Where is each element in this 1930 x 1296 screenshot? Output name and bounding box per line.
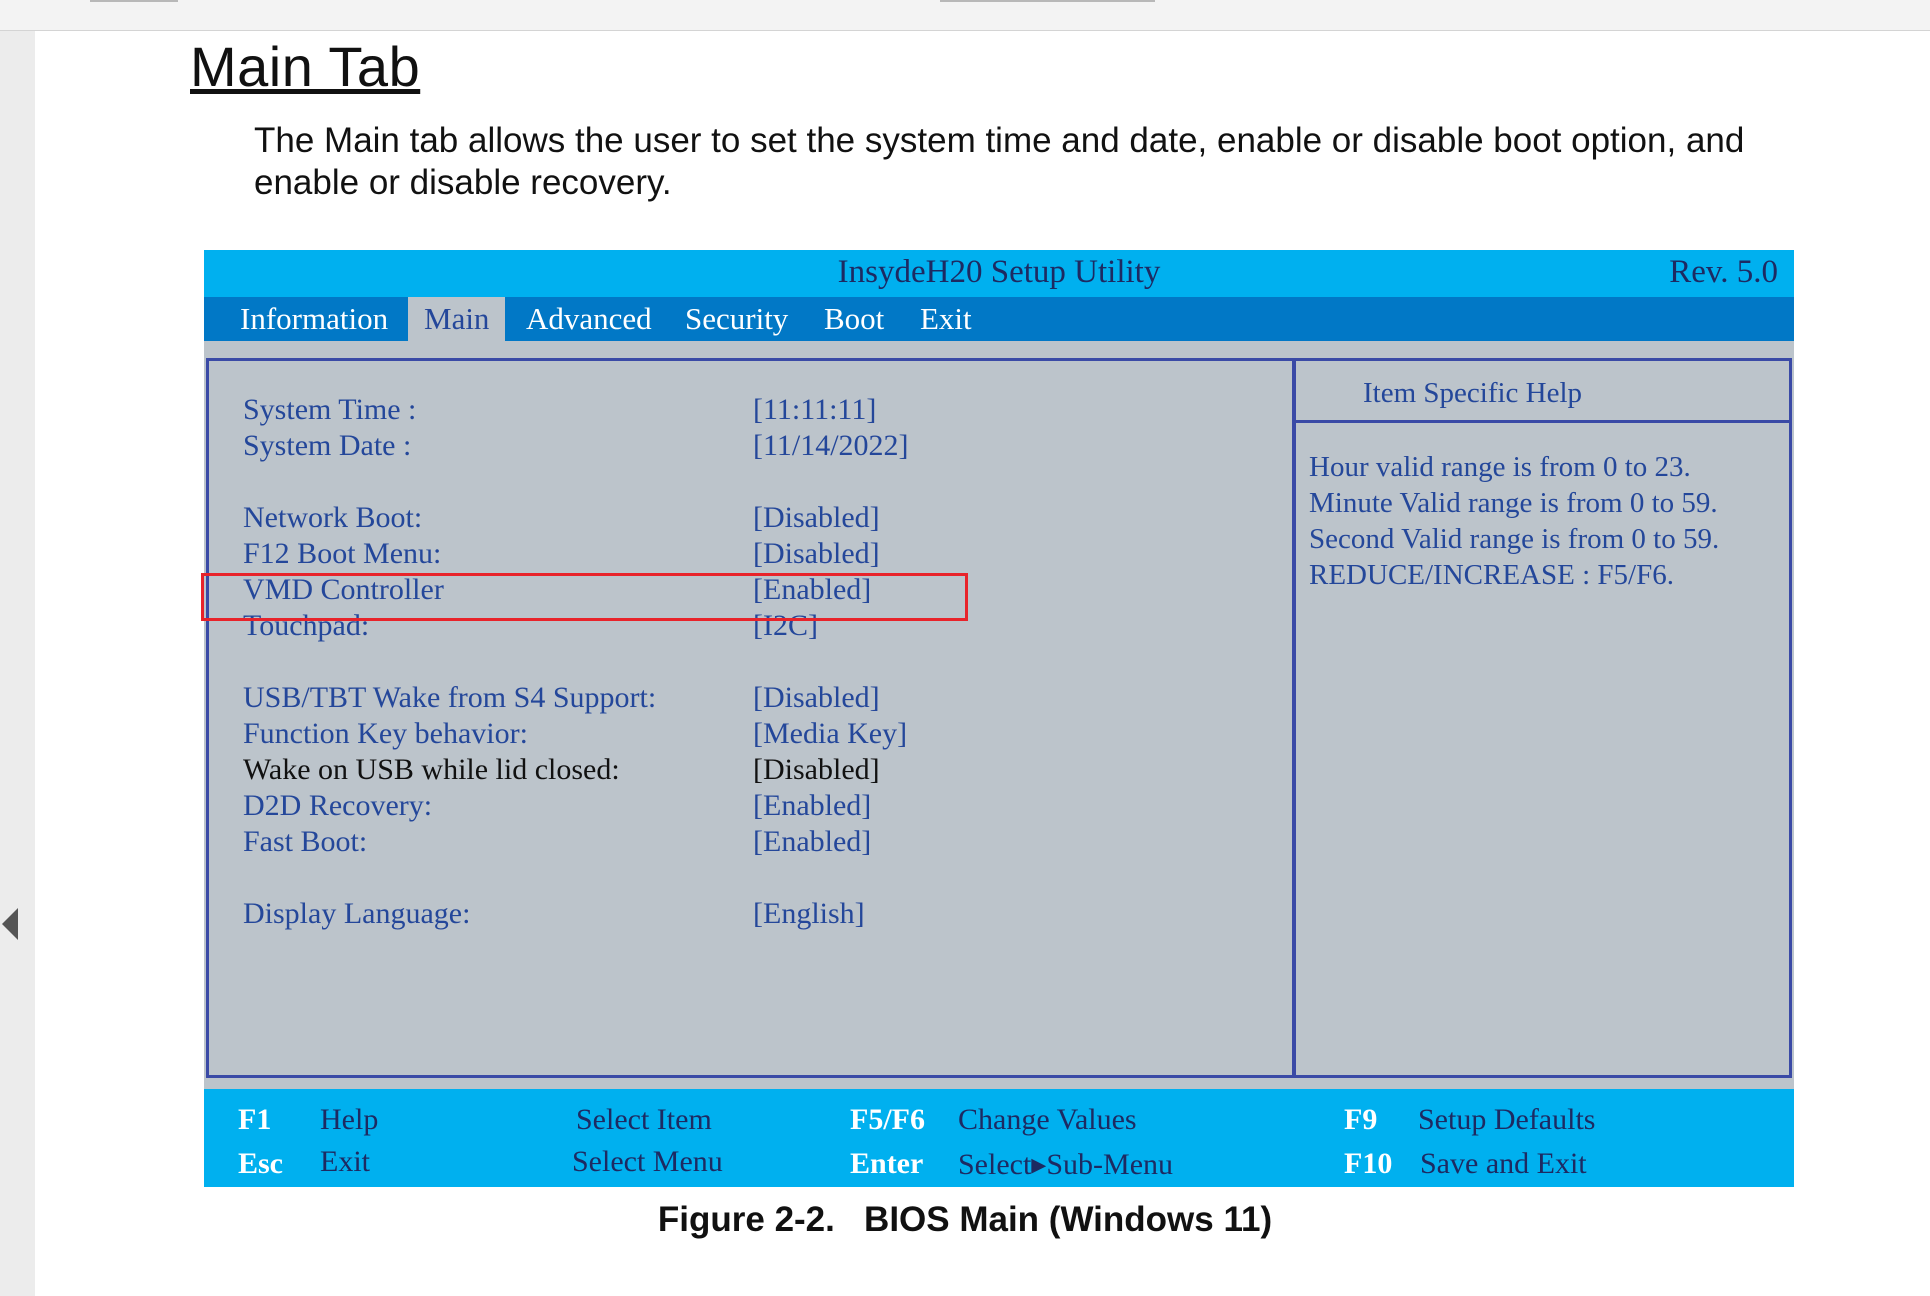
setting-usb-tbt-wake[interactable]: USB/TBT Wake from S4 Support: [Disabled] (243, 681, 1283, 717)
key-esc: Esc (238, 1147, 283, 1180)
key-desc-select-menu: Select Menu (572, 1145, 723, 1178)
key-enter: Enter (850, 1147, 924, 1180)
setting-d2d-recovery[interactable]: D2D Recovery: [Enabled] (243, 789, 1283, 825)
vmd-controller-highlight-box (201, 573, 968, 621)
setting-value[interactable]: [Disabled] (753, 681, 880, 715)
item-help-panel: Item Specific Help Hour valid range is f… (1292, 358, 1792, 1078)
figure-caption: Figure 2-2. BIOS Main (Windows 11) (657, 1200, 1273, 1239)
bios-tab-information[interactable]: Information (240, 297, 388, 341)
setting-fast-boot[interactable]: Fast Boot: [Enabled] (243, 825, 1283, 861)
settings-list: System Time : [11:11:11] System Date : [… (243, 393, 1283, 933)
setting-value[interactable]: [Enabled] (753, 825, 871, 859)
help-title: Item Specific Help (1363, 377, 1583, 409)
help-line: REDUCE/INCREASE : F5/F6. (1309, 559, 1674, 591)
setting-value[interactable]: [11:11:11] (753, 393, 876, 427)
bios-tab-boot[interactable]: Boot (824, 297, 884, 341)
viewer-top-bar (0, 0, 1930, 31)
setting-value[interactable]: [Media Key] (753, 717, 907, 751)
key-desc-exit: Exit (320, 1145, 370, 1178)
bios-revision: Rev. 5.0 (1669, 254, 1778, 290)
key-desc-setup-defaults: Setup Defaults (1418, 1103, 1596, 1136)
previous-page-arrow-icon[interactable] (2, 908, 18, 940)
key-desc-sub-menu: Select▸Sub-Menu (958, 1148, 1174, 1181)
settings-spacer (243, 645, 1283, 681)
setting-label: Network Boot: (243, 501, 423, 534)
bios-tab-main[interactable]: Main (408, 297, 506, 341)
setting-display-language[interactable]: Display Language: [English] (243, 897, 1283, 933)
setting-value[interactable]: [Enabled] (753, 789, 871, 823)
key-desc-save-exit: Save and Exit (1420, 1147, 1587, 1180)
viewer-left-gutter (0, 0, 35, 1296)
setting-label: System Time : (243, 393, 417, 426)
setting-wake-on-usb[interactable]: Wake on USB while lid closed: [Disabled] (243, 753, 1283, 789)
setting-label: System Date : (243, 429, 412, 462)
setting-label: Wake on USB while lid closed: (243, 753, 620, 786)
setting-f12-boot-menu[interactable]: F12 Boot Menu: [Disabled] (243, 537, 1283, 573)
setting-label: Function Key behavior: (243, 717, 528, 750)
bios-menu-bar: Information Main Advanced Security Boot … (204, 297, 1794, 341)
key-f10: F10 (1344, 1147, 1393, 1180)
setting-label: F12 Boot Menu: (243, 537, 442, 570)
help-title-bar: Item Specific Help (1295, 361, 1789, 423)
bios-title-bar: InsydeH20 Setup Utility Rev. 5.0 (204, 250, 1794, 297)
setting-label: USB/TBT Wake from S4 Support: (243, 681, 657, 714)
setting-value[interactable]: [Disabled] (753, 753, 880, 787)
help-text: Hour valid range is from 0 to 23. Minute… (1309, 449, 1789, 593)
setting-system-date[interactable]: System Date : [11/14/2022] (243, 429, 1283, 465)
setting-value[interactable]: [11/14/2022] (753, 429, 909, 463)
setting-value[interactable]: [Disabled] (753, 537, 880, 571)
setting-function-key-behavior[interactable]: Function Key behavior: [Media Key] (243, 717, 1283, 753)
bios-tab-exit[interactable]: Exit (920, 297, 972, 341)
key-f9: F9 (1344, 1103, 1378, 1136)
bios-screenshot: InsydeH20 Setup Utility Rev. 5.0 Informa… (204, 250, 1794, 1187)
section-heading: Main Tab (190, 35, 421, 98)
setting-network-boot[interactable]: Network Boot: [Disabled] (243, 501, 1283, 537)
bios-tab-security[interactable]: Security (685, 297, 788, 341)
bios-title: InsydeH20 Setup Utility (837, 254, 1161, 290)
setting-label: Display Language: (243, 897, 471, 930)
setting-label: D2D Recovery: (243, 789, 433, 822)
setting-value[interactable]: [Disabled] (753, 501, 880, 535)
key-desc-help: Help (320, 1103, 379, 1136)
help-line: Second Valid range is from 0 to 59. (1309, 523, 1720, 555)
help-line: Minute Valid range is from 0 to 59. (1309, 487, 1718, 519)
bios-tab-advanced[interactable]: Advanced (526, 297, 652, 341)
key-desc-select-item: Select Item (576, 1103, 712, 1136)
key-desc-change-values: Change Values (958, 1103, 1137, 1136)
settings-spacer (243, 861, 1283, 897)
bios-settings-panel: System Time : [11:11:11] System Date : [… (206, 358, 1296, 1078)
setting-value[interactable]: [English] (753, 897, 865, 931)
help-line: Hour valid range is from 0 to 23. (1309, 451, 1691, 483)
key-f5-f6: F5/F6 (850, 1103, 925, 1136)
setting-label: Fast Boot: (243, 825, 368, 858)
key-f1: F1 (238, 1103, 272, 1136)
bios-key-legend: F1 Help Esc Exit Select Item Select Menu… (204, 1089, 1794, 1187)
setting-system-time[interactable]: System Time : [11:11:11] (243, 393, 1283, 429)
settings-spacer (243, 465, 1283, 501)
intro-paragraph: The Main tab allows the user to set the … (254, 121, 1745, 202)
